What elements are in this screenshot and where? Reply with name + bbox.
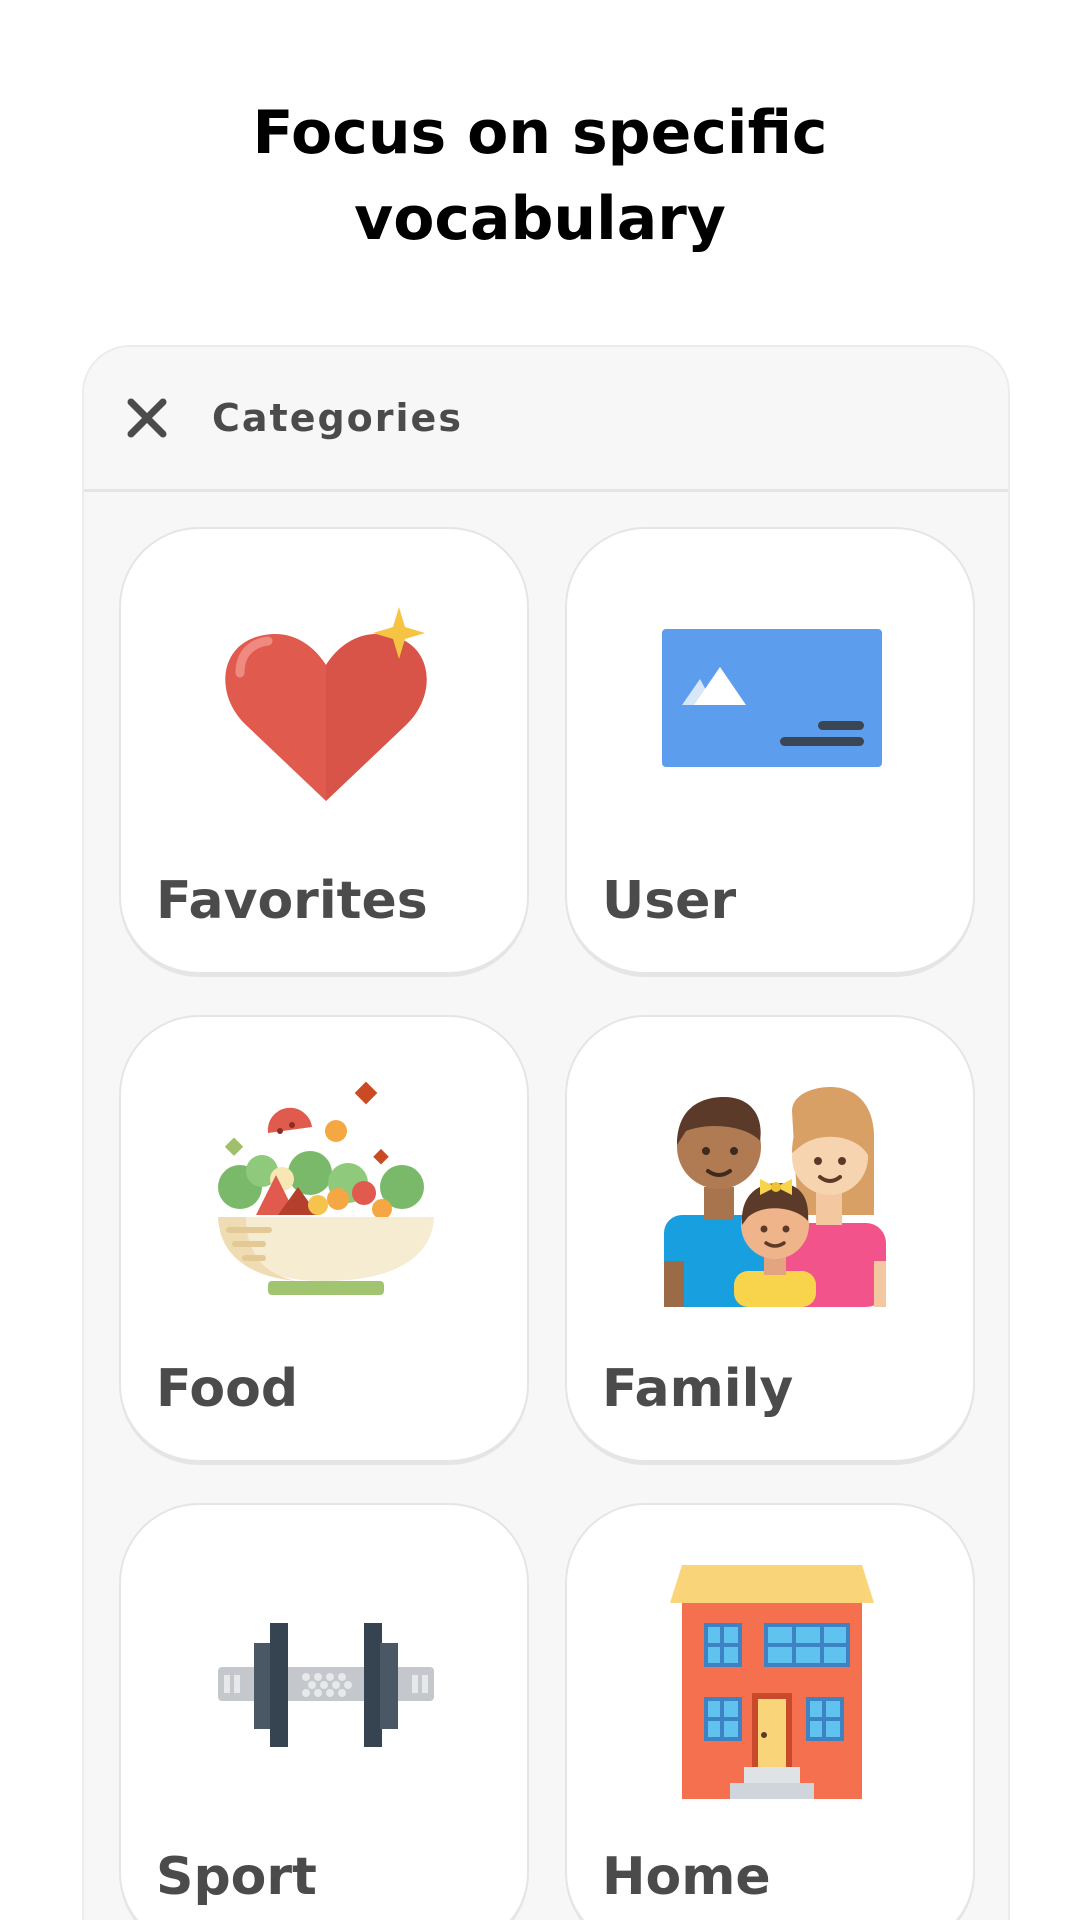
family-icon xyxy=(652,1075,892,1315)
salad-bowl-icon xyxy=(206,1075,446,1315)
panel-header: Categories xyxy=(84,347,1008,492)
close-button[interactable] xyxy=(122,393,172,443)
category-label: Sport xyxy=(156,1847,317,1907)
category-label: Food xyxy=(156,1359,299,1419)
house-icon xyxy=(652,1563,892,1803)
page-title: Focus on specific vocabulary xyxy=(0,90,1080,262)
page-title-line-1: Focus on specific xyxy=(252,98,828,168)
heart-icon xyxy=(206,587,446,827)
category-card-home[interactable]: Home xyxy=(565,1503,975,1920)
page-title-line-2: vocabulary xyxy=(354,184,726,254)
category-card-user[interactable]: User xyxy=(565,527,975,977)
categories-panel: Categories Favorites User Food Family Sp… xyxy=(82,345,1010,1920)
category-card-family[interactable]: Family xyxy=(565,1015,975,1465)
screen: Focus on specific vocabulary Categories xyxy=(0,0,1080,1920)
panel-title: Categories xyxy=(212,396,463,440)
id-card-icon xyxy=(652,587,892,827)
dumbbell-icon xyxy=(206,1563,446,1803)
category-label: Home xyxy=(602,1847,771,1907)
category-card-favorites[interactable]: Favorites xyxy=(119,527,529,977)
category-card-food[interactable]: Food xyxy=(119,1015,529,1465)
category-card-sport[interactable]: Sport xyxy=(119,1503,529,1920)
close-icon xyxy=(127,398,167,438)
category-label: Family xyxy=(602,1359,794,1419)
category-label: Favorites xyxy=(156,871,428,931)
category-label: User xyxy=(602,871,737,931)
